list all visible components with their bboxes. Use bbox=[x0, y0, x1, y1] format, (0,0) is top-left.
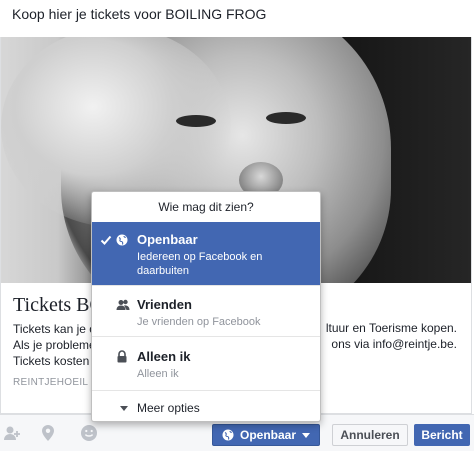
lock-icon bbox=[117, 350, 127, 363]
more-options-label: Meer opties bbox=[137, 401, 200, 415]
globe-icon bbox=[222, 429, 234, 441]
tag-friends-icon[interactable] bbox=[2, 423, 22, 443]
globe-icon bbox=[116, 234, 128, 246]
link-description-right: ons via info@reintje.be. bbox=[331, 337, 457, 351]
friends-icon bbox=[116, 299, 130, 310]
privacy-option-description: Alleen ik bbox=[137, 368, 179, 380]
cancel-button[interactable]: Annuleren bbox=[332, 424, 408, 446]
privacy-dropdown-menu: Wie mag dit zien? Openbaar Iedereen op F… bbox=[91, 191, 321, 422]
privacy-option-label: Vrienden bbox=[137, 297, 192, 312]
privacy-selector-button[interactable]: Openbaar bbox=[212, 424, 320, 446]
triangle-down-icon bbox=[120, 406, 128, 411]
more-options-link[interactable]: Meer opties bbox=[92, 398, 320, 418]
privacy-option-friends[interactable]: Vrienden Je vrienden op Facebook bbox=[92, 288, 320, 332]
chevron-down-icon bbox=[302, 432, 310, 438]
privacy-option-public[interactable]: Openbaar Iedereen op Facebook en daarbui… bbox=[92, 222, 320, 285]
location-icon[interactable] bbox=[38, 423, 58, 443]
post-button[interactable]: Bericht bbox=[414, 424, 470, 446]
privacy-option-description: Je vrienden op Facebook bbox=[137, 316, 261, 328]
feeling-icon[interactable] bbox=[79, 423, 99, 443]
link-description-right: ltuur en Toerisme kopen. bbox=[325, 321, 457, 335]
privacy-option-description: Iedereen op Facebook en daarbuiten bbox=[137, 251, 263, 277]
privacy-button-label: Openbaar bbox=[239, 428, 296, 442]
privacy-option-only-me[interactable]: Alleen ik Alleen ik bbox=[92, 340, 320, 384]
checkmark-icon bbox=[100, 235, 112, 245]
privacy-option-label: Alleen ik bbox=[137, 349, 191, 364]
composer-text[interactable]: Koop hier je tickets voor BOILING FROG bbox=[12, 6, 266, 22]
link-domain: REINTJEHOEIL bbox=[13, 377, 89, 388]
privacy-menu-header: Wie mag dit zien? bbox=[92, 192, 320, 223]
privacy-option-label: Openbaar bbox=[137, 232, 198, 247]
